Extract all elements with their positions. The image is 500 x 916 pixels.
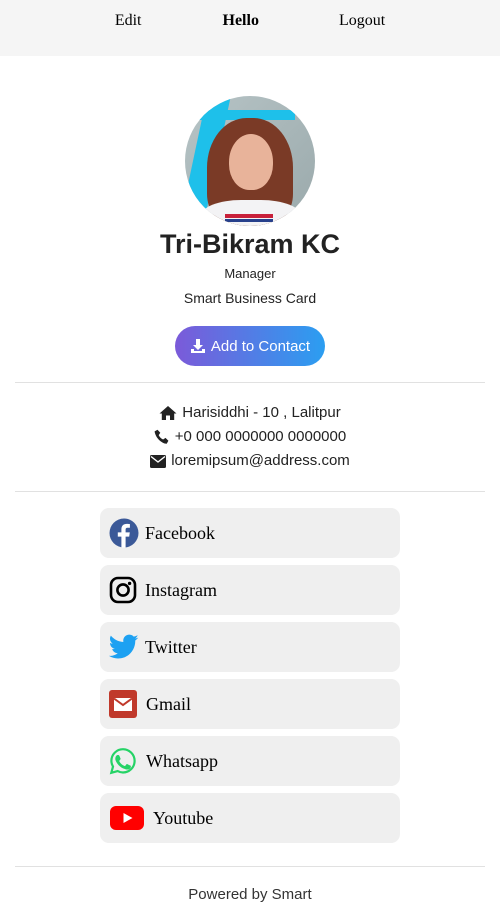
twitter-link[interactable]: Twitter	[100, 622, 400, 672]
whatsapp-link[interactable]: Whatsapp	[100, 736, 400, 786]
facebook-link[interactable]: Facebook	[100, 508, 400, 558]
phone-icon	[154, 429, 169, 444]
card-type: Smart Business Card	[183, 290, 317, 306]
email-row: loremipsum@address.com	[0, 449, 500, 473]
phone-row: +0 000 0000000 0000000	[0, 425, 500, 449]
profile-name: Tri-Bikram KC	[159, 229, 341, 259]
youtube-link[interactable]: Youtube	[100, 793, 400, 843]
edit-link[interactable]: Edit	[115, 0, 142, 30]
gmail-label: Gmail	[146, 693, 191, 714]
envelope-icon	[150, 454, 167, 468]
twitter-icon	[109, 632, 139, 662]
facebook-label: Facebook	[145, 522, 215, 543]
contact-info: Harisiddhi - 10 , Lalitpur +0 000 000000…	[0, 383, 500, 491]
twitter-label: Twitter	[145, 636, 197, 657]
download-icon	[190, 339, 205, 353]
instagram-label: Instagram	[145, 579, 217, 600]
gmail-icon	[108, 689, 138, 719]
phone-text[interactable]: +0 000 0000000 0000000	[175, 425, 346, 449]
youtube-icon	[110, 803, 144, 833]
email-text[interactable]: loremipsum@address.com	[171, 449, 350, 473]
add-to-contact-label: Add to Contact	[210, 337, 311, 355]
add-to-contact-button[interactable]: Add to Contact	[175, 326, 325, 366]
address-text: Harisiddhi - 10 , Lalitpur	[182, 404, 341, 421]
gmail-link[interactable]: Gmail	[100, 679, 400, 729]
youtube-label: Youtube	[153, 807, 214, 828]
instagram-icon	[108, 575, 138, 605]
instagram-link[interactable]: Instagram	[100, 565, 400, 615]
address-row: Harisiddhi - 10 , Lalitpur	[0, 401, 500, 425]
whatsapp-icon	[108, 746, 138, 776]
page-title: Hello	[222, 12, 259, 29]
social-links: Facebook Instagram Twitter Gmail Whatsap…	[0, 492, 500, 866]
whatsapp-label: Whatsapp	[146, 750, 218, 771]
top-nav: Edit Hello Logout	[0, 0, 500, 56]
avatar	[185, 96, 315, 226]
profile-section: Tri-Bikram KC Manager Smart Business Car…	[0, 56, 500, 366]
home-icon	[159, 406, 177, 420]
profile-role: Manager	[224, 266, 276, 281]
footer-text: Powered by Smart	[188, 886, 312, 903]
logout-link[interactable]: Logout	[339, 0, 385, 30]
facebook-icon	[109, 518, 139, 548]
